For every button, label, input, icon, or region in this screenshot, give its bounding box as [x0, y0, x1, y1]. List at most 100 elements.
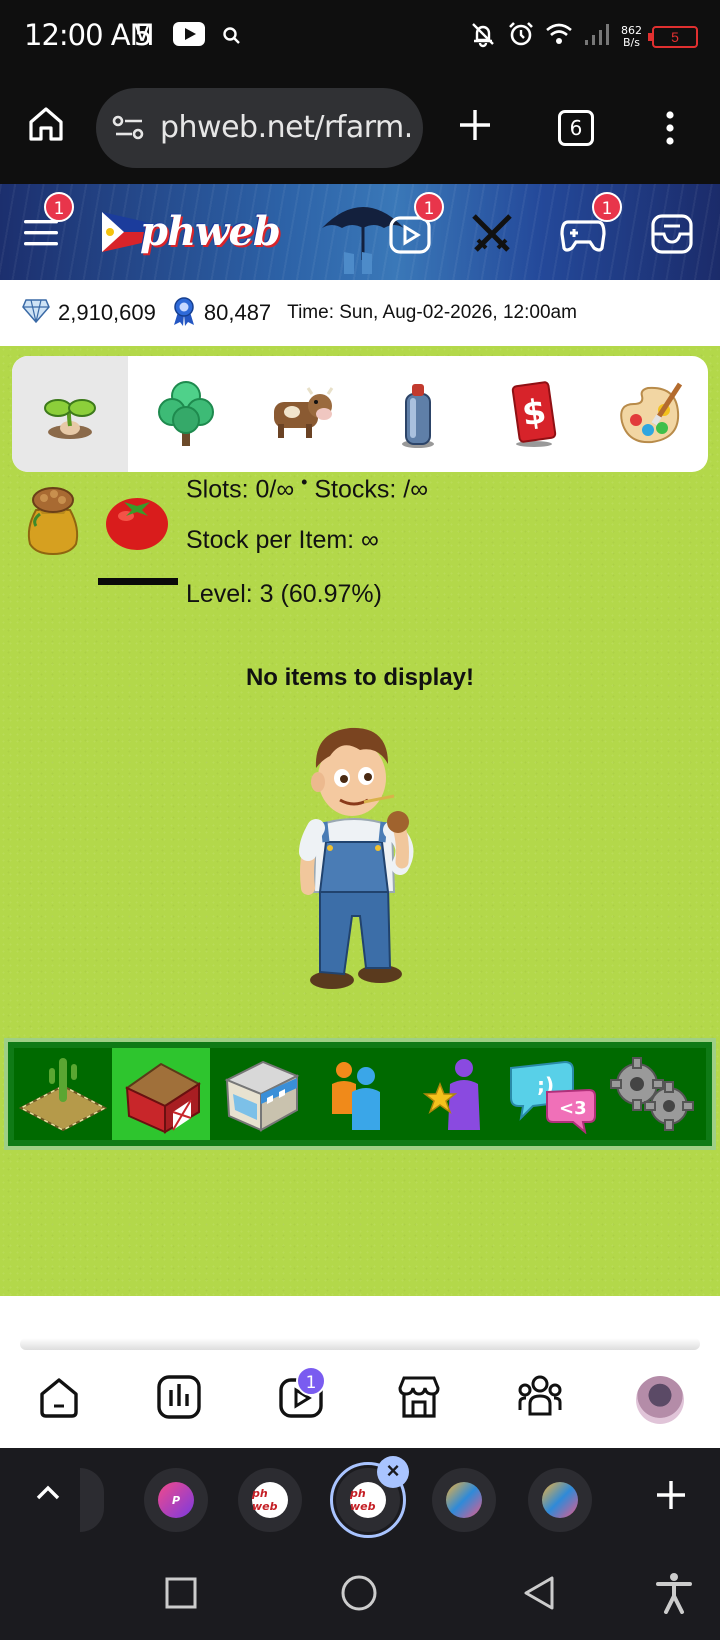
diamond-icon	[22, 298, 50, 329]
phweb-favicon-active: ph web	[350, 1482, 386, 1518]
cow-icon	[274, 387, 334, 438]
search-icon	[222, 26, 242, 51]
dollar-icon: $	[511, 381, 557, 447]
logo-text: phweb	[140, 208, 281, 255]
diamond-count: 2,910,609	[58, 300, 156, 325]
system-nav-bar	[0, 1548, 720, 1640]
user-avatar[interactable]	[636, 1376, 684, 1424]
nav-video-badge: 1	[296, 1366, 326, 1396]
barn-icon	[125, 1062, 201, 1134]
menu-shop[interactable]	[210, 1048, 308, 1140]
nav-home-icon[interactable]	[36, 1374, 82, 1425]
back-icon[interactable]	[522, 1574, 556, 1617]
people-icon	[332, 1062, 380, 1130]
selected-item-underline	[98, 578, 178, 585]
home-circle-icon[interactable]	[340, 1574, 378, 1617]
palette-icon	[620, 382, 683, 444]
nav-groups-icon[interactable]	[516, 1374, 564, 1425]
shop-icon	[224, 1060, 300, 1132]
phweb-logo[interactable]: phweb	[102, 206, 281, 256]
net-speed-unit: B/s	[623, 35, 640, 49]
separator-dot: •	[301, 472, 308, 492]
status-bar: 12:00 AM 5 862 B/s 5	[0, 0, 720, 72]
battery-icon: 5	[648, 25, 698, 48]
stock-per-item-text: Stock per Item: ∞	[186, 526, 379, 554]
stocks-text: Stocks: /∞	[314, 475, 429, 504]
nav-store-icon[interactable]	[396, 1374, 442, 1425]
phweb-favicon: ph web	[252, 1482, 288, 1518]
recents-icon[interactable]	[164, 1576, 198, 1615]
alarm-icon	[507, 20, 535, 53]
star-person-icon	[422, 1059, 480, 1130]
resource-info-bar: 2,910,609 80,487 Time: Sun, Aug-02-2026,…	[0, 280, 720, 346]
chat-badge: 1	[592, 192, 622, 222]
tab-phweb[interactable]: ph web	[238, 1468, 302, 1532]
seed-bag-icon[interactable]	[22, 484, 84, 561]
farmland-icon	[19, 1058, 107, 1132]
browser-tab-strip: P ph web ph web ×	[0, 1448, 720, 1548]
farm-game-area: $ Slots: 0/∞ • Stocks: /∞ Stock per Item…	[0, 346, 720, 1296]
inbox-icon[interactable]	[650, 212, 694, 261]
more-menu-icon[interactable]	[664, 110, 676, 151]
wifi-icon	[545, 22, 573, 51]
nav-stats-icon[interactable]	[156, 1374, 202, 1425]
tab-game-2[interactable]	[528, 1468, 592, 1532]
tab-decor[interactable]	[592, 356, 708, 472]
tab-seeds[interactable]	[12, 356, 128, 472]
tree-icon	[158, 381, 214, 446]
hamburger-menu-icon[interactable]	[24, 218, 60, 253]
canister-icon	[402, 384, 434, 448]
close-tab-icon[interactable]: ×	[377, 1456, 409, 1488]
gears-icon	[610, 1057, 694, 1131]
youtube-icon	[173, 22, 205, 46]
url-text[interactable]: phweb.net/rfarm.	[160, 110, 410, 145]
menu-chat[interactable]: ;) <3	[504, 1048, 602, 1140]
menu-badge: 1	[44, 192, 74, 222]
signal-icon	[583, 22, 611, 51]
tab-animals[interactable]	[244, 356, 360, 472]
menu-settings[interactable]	[602, 1048, 700, 1140]
chat-heart-text: <3	[559, 1098, 587, 1119]
ribbon-count: 80,487	[203, 300, 272, 325]
farm-bottom-menu: ;) <3	[4, 1038, 716, 1150]
page-bottom-strip	[0, 1296, 720, 1350]
tab-switcher-button[interactable]: 6	[558, 110, 594, 146]
crossed-swords-icon[interactable]	[470, 212, 514, 261]
site-bottom-nav: 1	[0, 1350, 720, 1448]
tab-game-1[interactable]	[432, 1468, 496, 1532]
game-favicon	[542, 1482, 578, 1518]
status-notif-count: 5	[134, 18, 153, 52]
tab-tools[interactable]	[360, 356, 476, 472]
tab-money[interactable]: $	[476, 356, 592, 472]
tab-pp[interactable]: P	[144, 1468, 208, 1532]
address-bar[interactable]: phweb.net/rfarm.	[96, 88, 423, 168]
mute-bell-icon	[469, 20, 497, 53]
home-icon[interactable]	[26, 104, 66, 149]
level-text: Level: 3 (60.97%)	[186, 580, 382, 608]
accessibility-icon[interactable]	[656, 1572, 692, 1619]
new-tab-icon[interactable]	[458, 108, 492, 147]
category-tabs: $	[12, 356, 708, 472]
slots-stocks-line: Slots: 0/∞ • Stocks: /∞	[186, 472, 428, 504]
sprout-icon	[44, 399, 96, 439]
tomato-icon[interactable]	[104, 490, 170, 557]
game-time: Time: Sun, Aug-02-2026, 12:00am	[287, 302, 577, 323]
site-settings-icon[interactable]	[112, 114, 146, 147]
game-favicon	[446, 1482, 482, 1518]
ribbon-icon	[172, 296, 196, 331]
slots-text: Slots: 0/∞	[186, 475, 295, 504]
chat-bubbles-icon: ;) <3	[510, 1060, 596, 1134]
menu-farm-land[interactable]	[14, 1048, 112, 1140]
empty-message: No items to display!	[245, 664, 475, 691]
tab-partial[interactable]	[80, 1468, 104, 1532]
menu-neighbors[interactable]	[308, 1048, 406, 1140]
farmer-character	[290, 716, 430, 1001]
menu-achievements[interactable]	[406, 1048, 504, 1140]
tab-trees[interactable]	[128, 356, 244, 472]
pp-favicon: P	[158, 1482, 194, 1518]
add-tab-icon[interactable]	[654, 1478, 688, 1517]
site-header: 1 phweb 1 1	[0, 184, 720, 280]
net-speed: 862 B/s	[621, 24, 642, 49]
chevron-up-icon[interactable]	[34, 1482, 62, 1507]
menu-barn[interactable]	[112, 1048, 210, 1140]
